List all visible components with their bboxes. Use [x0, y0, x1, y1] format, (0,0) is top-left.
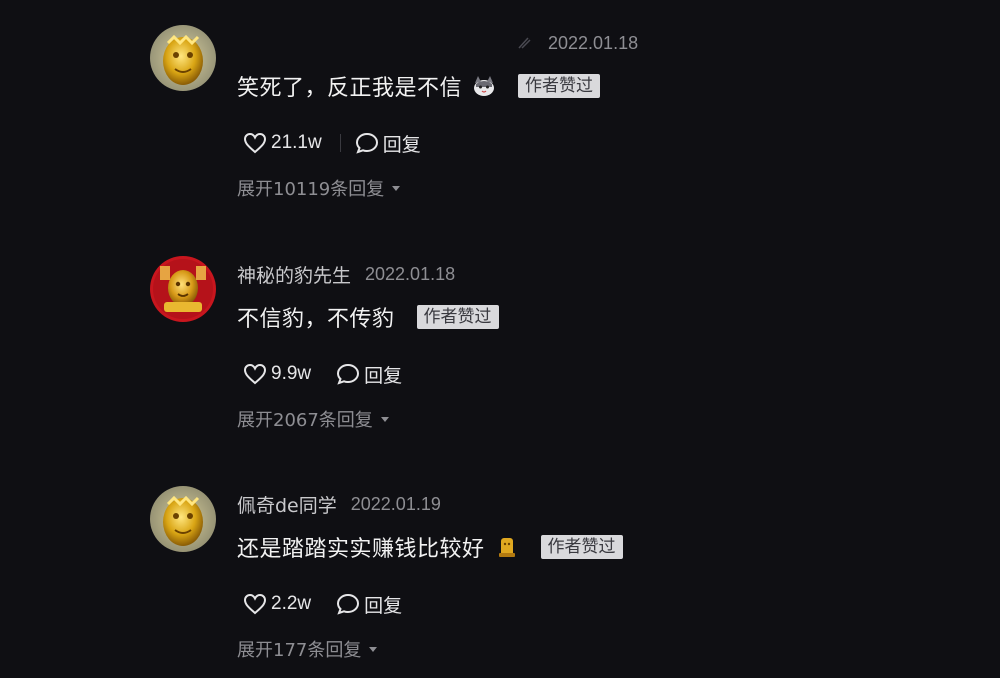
- divider: [325, 595, 326, 613]
- expand-replies-button[interactable]: 展开177条回复: [237, 636, 378, 662]
- reply-label: 回复: [382, 133, 421, 156]
- comment-item: 2022.01.18 笑死了，反正我是不信 作者赞过 21.1w 回复 展开10…: [150, 25, 910, 225]
- expand-replies-text: 展开2067条回复: [237, 410, 373, 431]
- comment-content: 还是踏踏实实赚钱比较好 作者赞过: [237, 531, 623, 563]
- comment-date: 2022.01.19: [350, 493, 441, 514]
- avatar[interactable]: [150, 256, 216, 322]
- like-button[interactable]: 2.2w: [243, 593, 311, 615]
- comment-actions: 2.2w 回复: [243, 590, 402, 618]
- heart-icon: [243, 363, 267, 385]
- comment-header: 神秘的豹先生 2022.01.18: [237, 260, 455, 288]
- heart-icon: [243, 593, 267, 615]
- edit-mark-icon: [516, 35, 532, 51]
- like-count: 21.1w: [271, 132, 322, 153]
- reply-label: 回复: [364, 364, 403, 387]
- chevron-down-icon: [369, 646, 378, 652]
- reply-label: 回复: [364, 594, 403, 617]
- comment-header: 2022.01.18: [516, 29, 638, 57]
- gold-statue-emoji-icon: [495, 535, 519, 559]
- comment-text: 不信豹，不传豹: [237, 307, 395, 332]
- cat-emoji-icon: [472, 74, 496, 98]
- author-liked-badge: 作者赞过: [518, 74, 601, 98]
- reply-button[interactable]: 回复: [355, 130, 421, 157]
- author-liked-badge: 作者赞过: [416, 305, 499, 329]
- like-count: 9.9w: [271, 363, 312, 384]
- comment-list: 2022.01.18 笑死了，反正我是不信 作者赞过 21.1w 回复 展开10…: [0, 0, 1000, 678]
- comment-date: 2022.01.18: [365, 263, 456, 284]
- comment-bubble-icon: [337, 363, 360, 385]
- avatar[interactable]: [150, 486, 216, 552]
- like-count: 2.2w: [271, 593, 312, 614]
- expand-replies-text: 展开10119条回复: [237, 179, 385, 200]
- chevron-down-icon: [392, 185, 401, 191]
- comment-actions: 9.9w 回复: [243, 360, 402, 388]
- username[interactable]: 佩奇de同学: [237, 491, 337, 518]
- author-liked-badge: 作者赞过: [540, 535, 623, 559]
- expand-replies-button[interactable]: 展开2067条回复: [237, 406, 389, 432]
- comment-bubble-icon: [355, 132, 378, 154]
- comment-content: 笑死了，反正我是不信 作者赞过: [237, 70, 601, 102]
- chevron-down-icon: [380, 416, 389, 422]
- reply-button[interactable]: 回复: [336, 591, 402, 618]
- heart-icon: [243, 132, 267, 154]
- like-button[interactable]: 21.1w: [243, 132, 322, 154]
- comment-bubble-icon: [337, 593, 360, 615]
- comment-content: 不信豹，不传豹 作者赞过: [237, 301, 499, 333]
- divider: [325, 365, 326, 383]
- like-button[interactable]: 9.9w: [243, 363, 311, 385]
- avatar[interactable]: [150, 25, 216, 91]
- comment-actions: 21.1w 回复: [243, 129, 421, 157]
- reply-button[interactable]: 回复: [336, 361, 402, 388]
- comment-text: 还是踏踏实实赚钱比较好: [237, 537, 485, 562]
- comment-header: 佩奇de同学 2022.01.19: [237, 490, 441, 518]
- username[interactable]: 神秘的豹先生: [237, 261, 351, 288]
- comment-item: 佩奇de同学 2022.01.19 还是踏踏实实赚钱比较好 作者赞过 2.2w: [150, 486, 910, 678]
- expand-replies-text: 展开177条回复: [237, 640, 362, 661]
- divider: [339, 134, 341, 152]
- expand-replies-button[interactable]: 展开10119条回复: [237, 175, 401, 201]
- comment-item: 神秘的豹先生 2022.01.18 不信豹，不传豹 作者赞过 9.9w 回复 展…: [150, 256, 910, 456]
- comment-text: 笑死了，反正我是不信: [237, 76, 463, 101]
- comment-date: 2022.01.18: [548, 32, 639, 53]
